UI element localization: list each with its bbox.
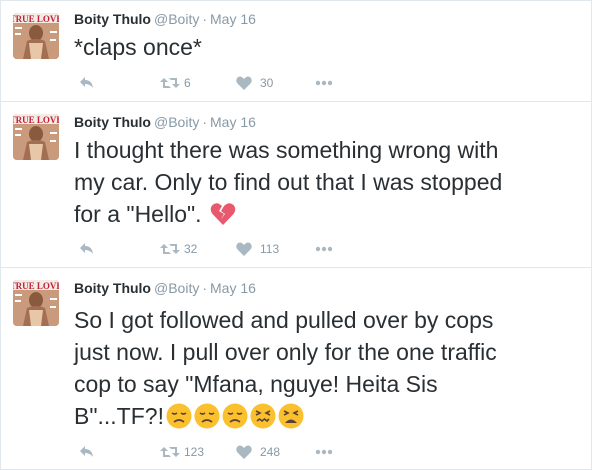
like-count: 30 (260, 76, 274, 90)
more-button[interactable] (315, 442, 333, 462)
retweet-button[interactable]: 6 (160, 73, 191, 93)
more-dots-icon (315, 449, 333, 455)
tired-face-icon (278, 403, 304, 429)
retweet-count: 32 (184, 242, 198, 256)
tweet-text: So I got followed and pulled over by cop… (74, 304, 579, 432)
tweet-header: Boity Thulo @Boity · May 16 (74, 280, 256, 296)
author-name[interactable]: Boity Thulo (74, 280, 151, 296)
author-name[interactable]: Boity Thulo (74, 11, 151, 27)
tweet-date[interactable]: May 16 (210, 114, 256, 130)
reply-icon (80, 446, 93, 457)
tweet-date[interactable]: May 16 (210, 11, 256, 27)
avatar[interactable]: TRUE LOVE (13, 114, 59, 160)
avatar-logo-text: TRUE LOVE (13, 115, 59, 125)
avatar[interactable]: TRUE LOVE (13, 280, 59, 326)
more-dots-icon (315, 80, 333, 86)
reply-button[interactable] (79, 73, 95, 93)
reply-icon (80, 243, 93, 254)
tweet[interactable]: TRUE LOVE Boity Thulo@Boity·May 16 I tho… (1, 102, 591, 268)
author-name[interactable]: Boity Thulo (74, 114, 151, 130)
header-separator: · (202, 11, 208, 27)
author-handle[interactable]: @Boity (154, 114, 199, 130)
retweet-button[interactable]: 32 (160, 239, 197, 259)
heart-icon (236, 242, 252, 256)
tweet-text-line: my car. Only to find out that I was stop… (74, 169, 503, 195)
author-handle[interactable]: @Boity (154, 11, 199, 27)
retweet-icon (160, 447, 180, 457)
magazine-cover-avatar: TRUE LOVE (13, 13, 59, 59)
avatar[interactable]: TRUE LOVE (13, 13, 59, 59)
broken-heart-icon (210, 203, 235, 225)
disappointed-face-icon (222, 403, 248, 429)
header-separator: · (202, 114, 208, 130)
like-count: 113 (260, 242, 280, 256)
like-button[interactable]: 113 (236, 239, 279, 259)
tweet-text-line: I thought there was something wrong with (74, 137, 499, 163)
avatar-logo-text: TRUE LOVE (13, 281, 59, 291)
tweet-actions: 6 30 (79, 73, 559, 93)
tweet-actions: 32 113 (79, 239, 559, 259)
tweet-date[interactable]: May 16 (210, 280, 256, 296)
reply-button[interactable] (79, 442, 95, 462)
tweet-actions: 123 248 (79, 442, 559, 462)
more-button[interactable] (315, 239, 333, 259)
tweet-text-segment: for a "Hello". (74, 201, 202, 227)
retweet-icon (160, 244, 180, 254)
magazine-cover-avatar: TRUE LOVE (13, 280, 59, 326)
magazine-cover-avatar: TRUE LOVE (13, 114, 59, 160)
reply-icon (80, 77, 93, 88)
tweet-header: Boity Thulo @Boity · May 16 (74, 114, 256, 130)
tweet-text-line: just now. I pull over only for the one t… (74, 339, 497, 365)
confounded-face-icon (250, 403, 276, 429)
disappointed-face-icon (194, 403, 220, 429)
header-separator: · (202, 280, 208, 296)
retweet-icon (160, 78, 180, 88)
tweet-timeline: TRUE LOVE Boity Thulo@Boity·May 16 *clap… (0, 0, 592, 470)
reply-button[interactable] (79, 239, 95, 259)
tweet-text-line: *claps once* (74, 34, 202, 60)
tweet-text: I thought there was something wrong with… (74, 134, 579, 230)
tweet-text-segment: B"...TF?! (74, 403, 164, 429)
author-handle[interactable]: @Boity (154, 280, 199, 296)
retweet-count: 6 (184, 76, 191, 90)
tweet-text-line: cop to say "Mfana, nguye! Heita Sis (74, 371, 438, 397)
retweet-count: 123 (184, 445, 205, 459)
heart-icon (236, 76, 252, 90)
retweet-button[interactable]: 123 (160, 442, 204, 462)
like-count: 248 (260, 445, 281, 459)
more-button[interactable] (315, 73, 333, 93)
avatar-logo-text: TRUE LOVE (13, 14, 59, 24)
tweet-text-line: So I got followed and pulled over by cop… (74, 307, 494, 333)
like-button[interactable]: 30 (236, 73, 273, 93)
tweet-text-line: B"...TF?! (74, 400, 579, 432)
tweet[interactable]: TRUE LOVE Boity Thulo@Boity·May 16 *clap… (1, 1, 591, 102)
tweet-text-line: for a "Hello". (74, 198, 579, 230)
tweet[interactable]: TRUE LOVE Boity Thulo@Boity·May 16 So I … (1, 268, 591, 469)
like-button[interactable]: 248 (236, 442, 280, 462)
tweet-text: *claps once* (74, 31, 579, 63)
heart-icon (236, 445, 252, 459)
more-dots-icon (315, 246, 333, 252)
disappointed-face-icon (166, 403, 192, 429)
tweet-header: Boity Thulo @Boity · May 16 (74, 11, 256, 27)
